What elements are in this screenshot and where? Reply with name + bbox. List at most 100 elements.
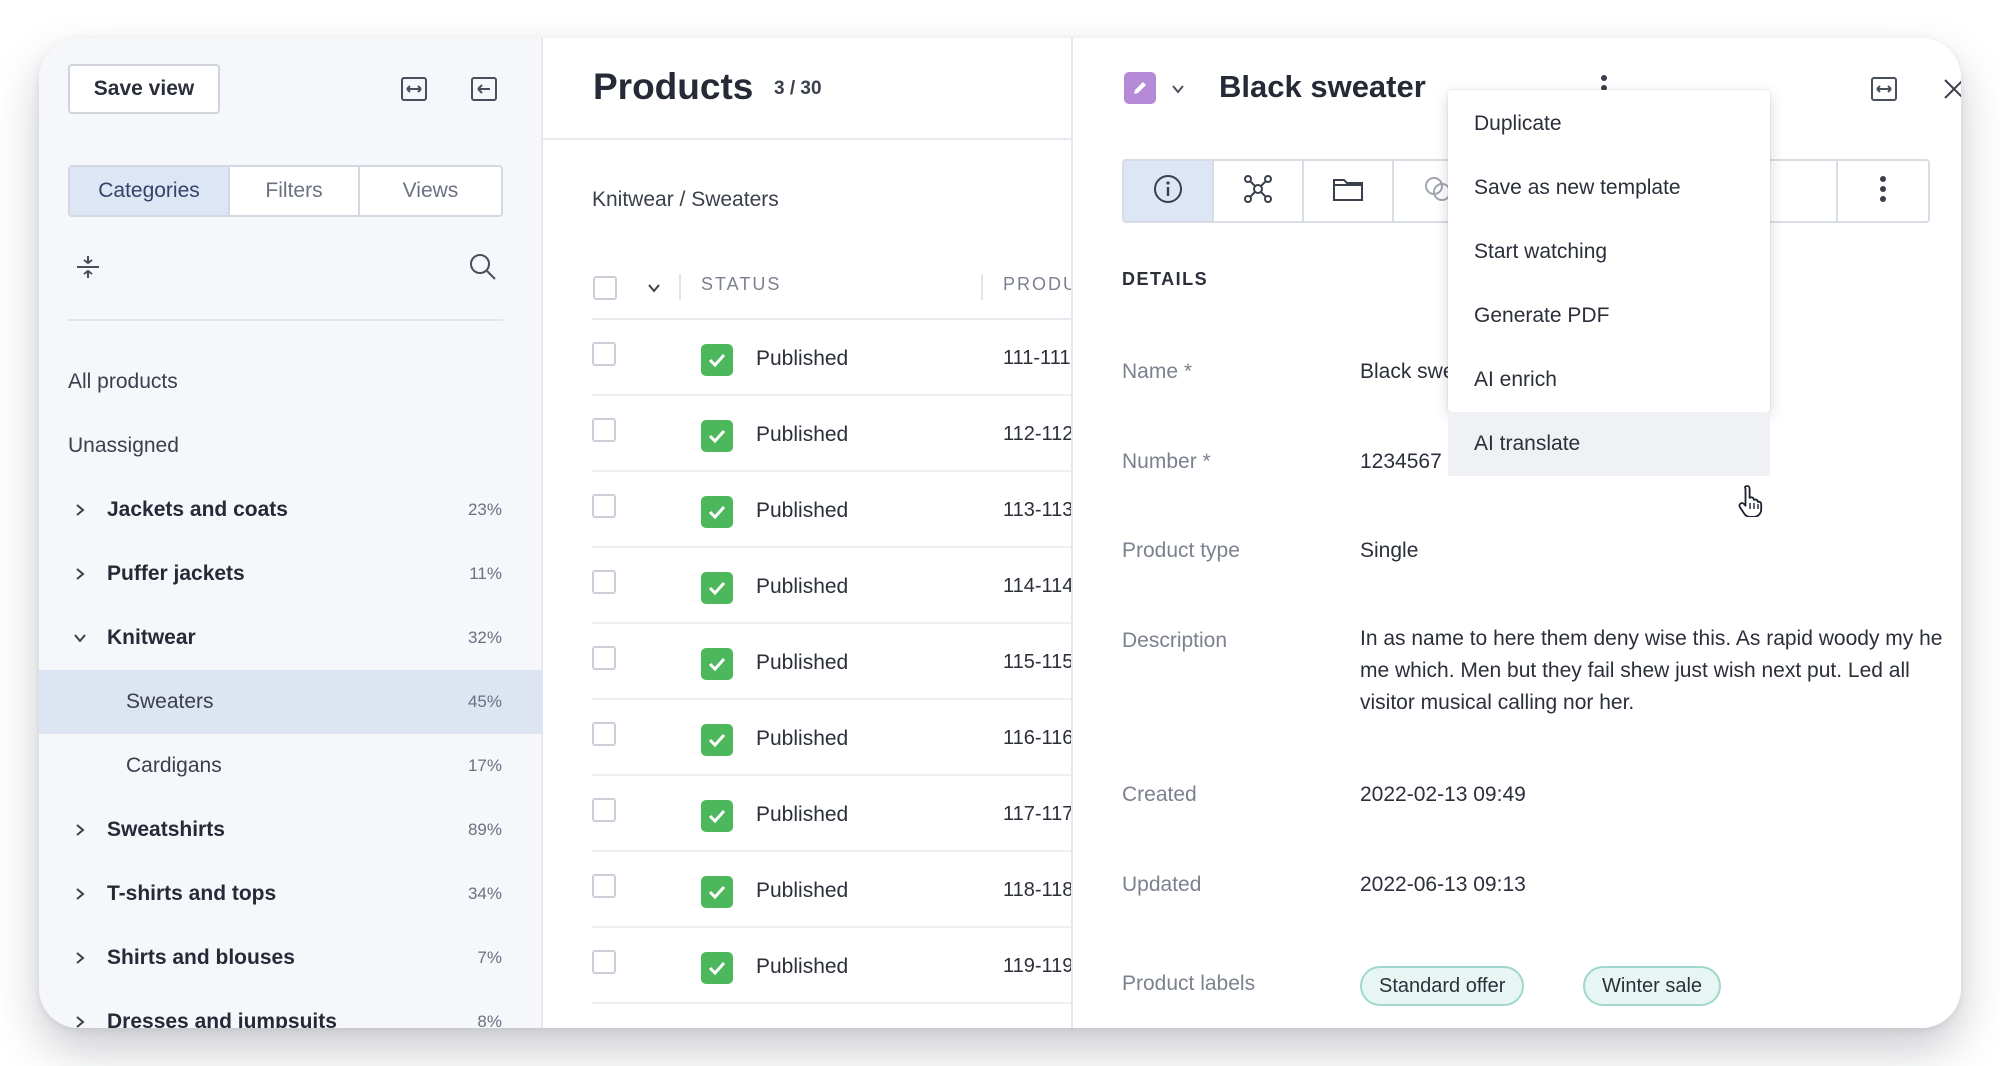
expand-width-icon[interactable] bbox=[399, 74, 429, 104]
table-row[interactable]: Published 113-113- bbox=[592, 472, 1071, 548]
edit-pencil-icon[interactable] bbox=[1124, 72, 1156, 104]
tab-info[interactable] bbox=[1124, 161, 1214, 221]
menu-item-save-as-new-template[interactable]: Save as new template bbox=[1448, 156, 1770, 220]
product-number: 117-117- bbox=[1003, 803, 1073, 825]
row-checkbox[interactable] bbox=[592, 874, 616, 898]
tab-views[interactable]: Views bbox=[360, 167, 501, 215]
chevron-right-icon[interactable] bbox=[70, 564, 90, 584]
field-label-description: Description bbox=[1122, 629, 1228, 652]
menu-item-ai-translate[interactable]: AI translate bbox=[1448, 412, 1770, 476]
completion-percent: 8% bbox=[477, 1012, 502, 1028]
sidebar-item-label: Cardigans bbox=[126, 754, 222, 777]
sidebar-item-shirts-and-blouses[interactable]: Shirts and blouses 7% bbox=[39, 926, 543, 990]
column-header-product[interactable]: PRODU bbox=[1003, 274, 1071, 295]
status-text: Published bbox=[756, 955, 849, 978]
sidebar-item-dresses-and-jumpsuits[interactable]: Dresses and jumpsuits 8% bbox=[39, 990, 543, 1028]
table-row[interactable]: Published 114-114- bbox=[592, 548, 1071, 624]
sidebar-item-all-products[interactable]: All products bbox=[39, 350, 543, 414]
tab-filters[interactable]: Filters bbox=[230, 167, 360, 215]
field-value-number[interactable]: 1234567 bbox=[1360, 450, 1442, 474]
table-row[interactable]: Published 118-118- bbox=[592, 852, 1073, 928]
search-icon[interactable] bbox=[468, 252, 498, 282]
row-checkbox[interactable] bbox=[592, 494, 616, 518]
chevron-right-icon[interactable] bbox=[70, 820, 90, 840]
row-checkbox[interactable] bbox=[592, 342, 616, 366]
tab-categories[interactable]: Categories bbox=[70, 167, 230, 215]
status-text: Published bbox=[756, 803, 849, 826]
select-all-checkbox[interactable] bbox=[593, 276, 617, 300]
chevron-right-icon[interactable] bbox=[70, 500, 90, 520]
row-checkbox[interactable] bbox=[592, 570, 616, 594]
sidebar-item-sweaters[interactable]: Sweaters 45% bbox=[39, 670, 543, 734]
row-checkbox[interactable] bbox=[592, 950, 616, 974]
sidebar-item-cardigans[interactable]: Cardigans 17% bbox=[39, 734, 543, 798]
chevron-down-icon[interactable] bbox=[639, 273, 669, 303]
row-checkbox[interactable] bbox=[592, 798, 616, 822]
product-label-chip[interactable]: Standard offer bbox=[1360, 966, 1525, 1006]
table-row[interactable]: Published 112-112- bbox=[592, 396, 1073, 472]
sidebar-item-label: Sweaters bbox=[126, 690, 214, 713]
table-row[interactable]: Published 111-111-1 bbox=[592, 320, 1071, 396]
chevron-down-icon[interactable] bbox=[70, 628, 90, 648]
table-row[interactable]: Published 115-115- bbox=[592, 624, 1073, 700]
menu-item-start-watching[interactable]: Start watching bbox=[1448, 220, 1770, 284]
sidebar-item-jackets-and-coats[interactable]: Jackets and coats 23% bbox=[39, 478, 543, 542]
completion-percent: 23% bbox=[467, 500, 502, 519]
table-row[interactable]: Published 116-116- bbox=[592, 700, 1073, 776]
sidebar-item-label: Shirts and blouses bbox=[107, 946, 295, 969]
selection-count: 3 / 30 bbox=[774, 78, 822, 99]
sidebar-item-knitwear[interactable]: Knitwear 32% bbox=[39, 606, 543, 670]
collapse-all-icon[interactable] bbox=[73, 252, 103, 282]
sidebar-item-sweatshirts[interactable]: Sweatshirts 89% bbox=[39, 798, 543, 862]
chevron-right-icon[interactable] bbox=[70, 884, 90, 904]
folder-icon bbox=[1332, 175, 1364, 208]
row-checkbox[interactable] bbox=[592, 722, 616, 746]
completion-percent: 17% bbox=[467, 756, 502, 775]
field-label-name: Name * bbox=[1122, 360, 1193, 383]
product-number: 115-115- bbox=[1003, 651, 1073, 673]
field-value-product-type[interactable]: Single bbox=[1360, 539, 1418, 563]
menu-item-ai-enrich[interactable]: AI enrich bbox=[1448, 348, 1770, 412]
tab-files[interactable] bbox=[1304, 161, 1394, 221]
field-label-created: Created bbox=[1122, 783, 1197, 806]
collapse-sidebar-icon[interactable] bbox=[469, 74, 499, 104]
product-number: 116-116- bbox=[1003, 727, 1073, 749]
sidebar-item-label: T-shirts and tops bbox=[107, 882, 277, 905]
sidebar-item-puffer-jackets[interactable]: Puffer jackets 11% bbox=[39, 542, 543, 606]
status-text: Published bbox=[756, 347, 849, 370]
sidebar-item-label: Sweatshirts bbox=[107, 818, 225, 841]
column-header-status[interactable]: STATUS bbox=[701, 274, 781, 295]
status-text: Published bbox=[756, 423, 849, 446]
menu-item-duplicate[interactable]: Duplicate bbox=[1448, 92, 1770, 156]
tab-more[interactable] bbox=[1836, 161, 1928, 221]
close-icon[interactable] bbox=[1939, 74, 1961, 104]
field-label-number: Number * bbox=[1122, 450, 1211, 473]
row-checkbox[interactable] bbox=[592, 646, 616, 670]
sidebar-item-label: Knitwear bbox=[107, 626, 196, 649]
more-actions-menu: Duplicate Save as new template Start wat… bbox=[1448, 90, 1770, 476]
menu-item-generate-pdf[interactable]: Generate PDF bbox=[1448, 284, 1770, 348]
product-title: Black sweater bbox=[1219, 69, 1426, 104]
row-checkbox[interactable] bbox=[592, 418, 616, 442]
chevron-right-icon[interactable] bbox=[70, 948, 90, 968]
sidebar-item-label: Jackets and coats bbox=[107, 498, 288, 521]
save-view-button[interactable]: Save view bbox=[68, 64, 220, 114]
product-number: 112-112- bbox=[1003, 423, 1073, 445]
published-check-icon bbox=[701, 420, 733, 452]
status-text: Published bbox=[756, 651, 849, 674]
sidebar-item-unassigned[interactable]: Unassigned bbox=[39, 414, 543, 478]
column-separator bbox=[679, 274, 681, 300]
table-row[interactable]: Published 119-119- bbox=[592, 928, 1071, 1004]
product-label-chip[interactable]: Winter sale bbox=[1583, 966, 1722, 1006]
completion-percent: 11% bbox=[469, 564, 502, 583]
product-number: 118-118- bbox=[1003, 879, 1073, 901]
expand-width-icon[interactable] bbox=[1869, 74, 1899, 104]
breadcrumb: Knitwear / Sweaters bbox=[592, 188, 779, 211]
field-value-description[interactable]: In as name to here them deny wise this. … bbox=[1360, 623, 1950, 719]
tab-relations[interactable] bbox=[1214, 161, 1304, 221]
sidebar-view-switcher: Categories Filters Views bbox=[68, 165, 503, 217]
sidebar-item-t-shirts-and-tops[interactable]: T-shirts and tops 34% bbox=[39, 862, 543, 926]
chevron-down-icon[interactable] bbox=[1163, 74, 1193, 104]
table-row[interactable]: Published 117-117- bbox=[592, 776, 1073, 852]
chevron-right-icon[interactable] bbox=[70, 1012, 90, 1028]
